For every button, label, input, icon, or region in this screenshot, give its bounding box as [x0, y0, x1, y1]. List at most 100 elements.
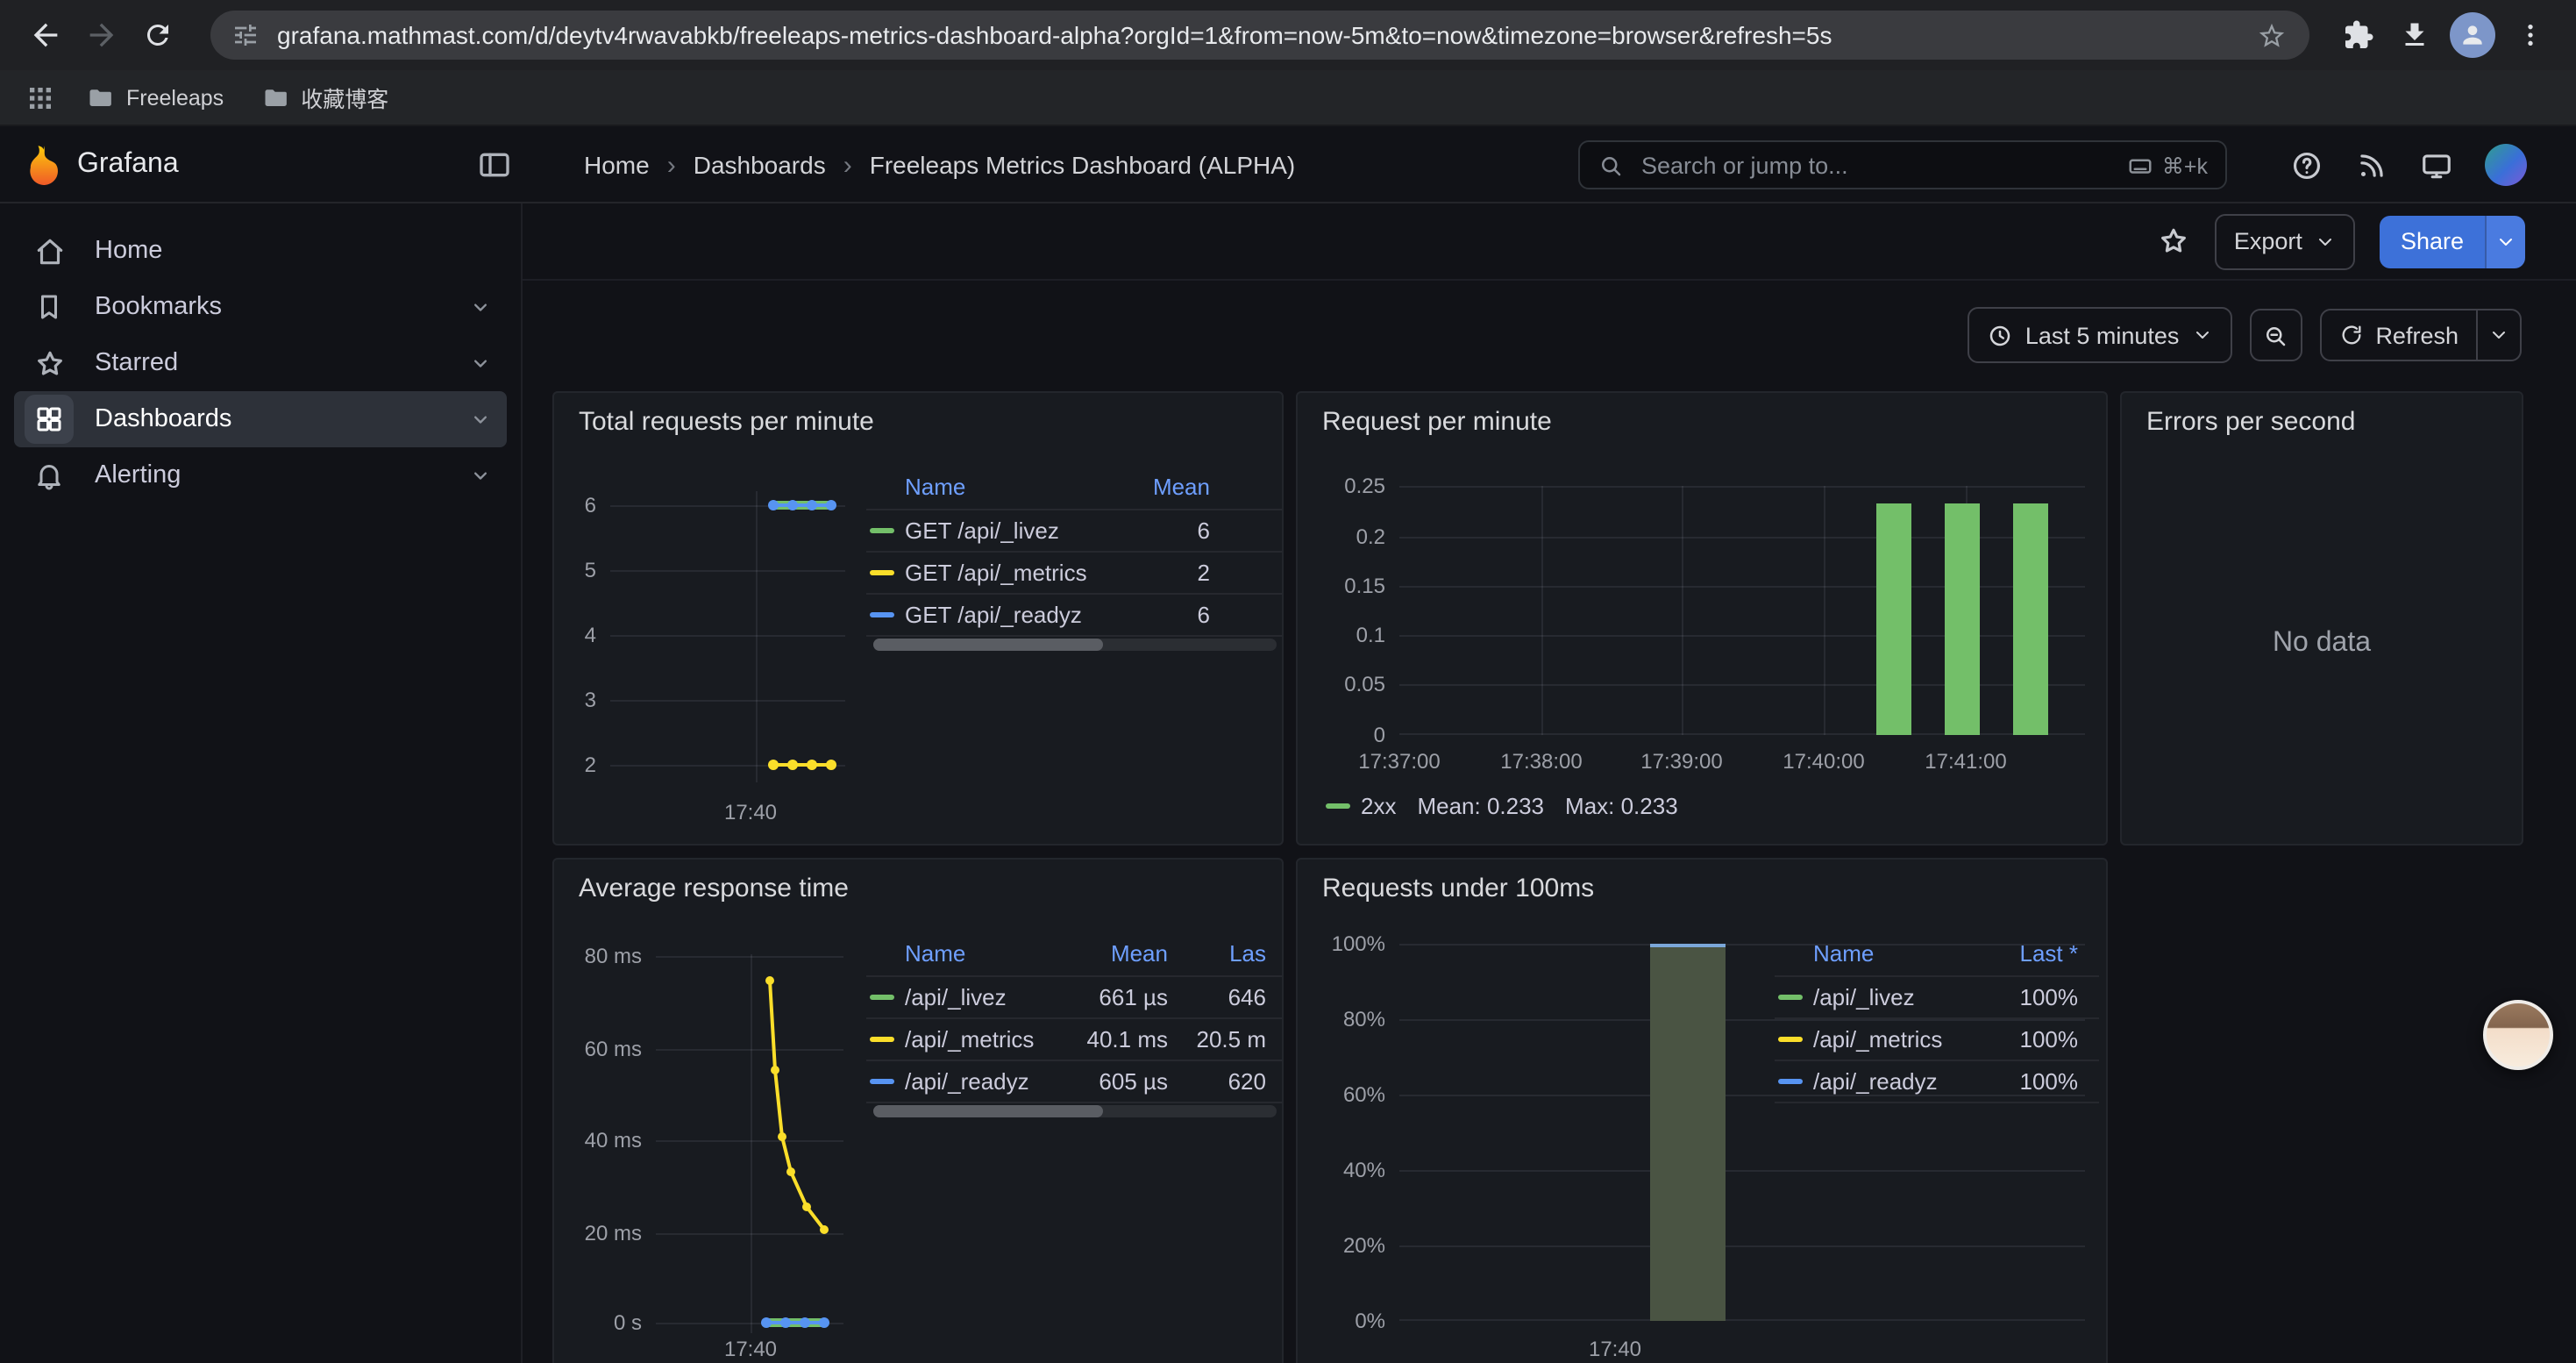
x-tick: 17:40 — [1576, 1337, 1654, 1361]
series-color-dash — [1778, 1079, 1803, 1084]
breadcrumb-home[interactable]: Home — [584, 151, 650, 179]
gridline — [1399, 684, 2085, 686]
gridline — [1399, 1170, 2085, 1172]
y-tick: 2 — [554, 753, 596, 777]
breadcrumb-dashboards[interactable]: Dashboards — [694, 151, 826, 179]
legend-row[interactable]: /api/_livez 661 µs 646 — [866, 977, 1284, 1019]
legend-header-name[interactable]: Name — [905, 933, 965, 975]
star-dashboard-button[interactable] — [2157, 225, 2190, 258]
help-button[interactable] — [2290, 148, 2323, 182]
series-color-dash — [1778, 995, 1803, 1000]
legend-header-row: Name Last * — [1775, 933, 2099, 977]
url-bar[interactable]: grafana.mathmast.com/d/deytv4rwavabkb/fr… — [210, 11, 2309, 60]
legend-row[interactable]: /api/_metrics 40.1 ms 20.5 m — [866, 1019, 1284, 1061]
grafana-logo-icon[interactable] — [21, 142, 67, 188]
panel-title[interactable]: Average response time — [579, 874, 849, 903]
sidebar-item-dashboards[interactable]: Dashboards — [14, 391, 507, 447]
time-range-picker[interactable]: Last 5 minutes — [1968, 307, 2232, 363]
chat-widget-avatar[interactable] — [2483, 1000, 2553, 1070]
legend-row[interactable]: /api/_readyz 605 µs 620 — [866, 1061, 1284, 1103]
legend-row[interactable]: GET /api/_metrics 2 — [866, 553, 1284, 595]
url-text: grafana.mathmast.com/d/deytv4rwavabkb/fr… — [277, 21, 2257, 49]
legend-row[interactable]: GET /api/_livez 6 — [866, 510, 1284, 553]
gridline — [1399, 1245, 2085, 1247]
reload-button[interactable] — [130, 7, 186, 63]
bookmark-star-icon[interactable] — [2257, 19, 2288, 51]
share-button[interactable]: Share — [2380, 215, 2525, 268]
back-button[interactable] — [18, 7, 74, 63]
bookmark-folder-freeleaps[interactable]: Freeleaps — [74, 77, 238, 118]
bookmark-label: Freeleaps — [126, 85, 224, 110]
sidebar-item-home[interactable]: Home — [14, 223, 507, 279]
search-box[interactable]: ⌘+k — [1578, 140, 2227, 189]
panel-legend[interactable]: 2xx Mean: 0.233 Max: 0.233 — [1326, 793, 1678, 819]
sidebar: Home Bookmarks Starred Dashboards Alerti… — [0, 203, 523, 1363]
legend-header-last[interactable]: Last * — [2020, 933, 2079, 975]
chevron-down-icon — [2315, 231, 2336, 252]
refresh-button[interactable]: Refresh — [2321, 310, 2476, 360]
legend-scrollbar[interactable] — [873, 1105, 1277, 1117]
y-tick: 5 — [554, 558, 596, 582]
total-requests-plot[interactable] — [610, 491, 845, 782]
forward-icon — [84, 18, 119, 53]
legend-row[interactable]: /api/_readyz 100% — [1775, 1061, 2099, 1103]
chevron-down-icon[interactable] — [468, 295, 493, 319]
series-color-dash — [870, 995, 894, 1000]
chevron-down-icon[interactable] — [468, 351, 493, 375]
refresh-interval-caret[interactable] — [2476, 310, 2520, 360]
panel-title[interactable]: Requests under 100ms — [1322, 874, 1594, 903]
header-icons — [2290, 126, 2527, 203]
kiosk-mode-button[interactable] — [2420, 148, 2453, 182]
forward-button[interactable] — [74, 7, 130, 63]
apps-grid-button[interactable] — [18, 75, 63, 120]
browser-menu-button[interactable] — [2502, 7, 2558, 63]
legend-max: Max: 0.233 — [1565, 793, 1678, 819]
share-caret-button[interactable] — [2485, 215, 2525, 268]
legend-header-mean[interactable]: Mean — [1153, 467, 1210, 509]
x-tick: 17:41:00 — [1913, 749, 2018, 774]
scrollbar-thumb[interactable] — [873, 1105, 1103, 1117]
panel-title[interactable]: Errors per second — [2146, 407, 2355, 437]
y-tick: 0.1 — [1305, 623, 1385, 647]
legend-table: Name Last * /api/_livez 100% /api/_metri… — [1775, 933, 2099, 1103]
sidebar-item-bookmarks[interactable]: Bookmarks — [14, 279, 507, 335]
sidebar-item-starred[interactable]: Starred — [14, 335, 507, 391]
legend-mean: Mean: 0.233 — [1417, 793, 1544, 819]
dock-menu-button[interactable] — [477, 147, 512, 182]
site-settings-icon[interactable] — [231, 19, 263, 51]
legend-header-last[interactable]: Las — [1229, 933, 1266, 975]
search-input[interactable] — [1638, 150, 2113, 180]
export-button[interactable]: Export — [2215, 213, 2355, 269]
news-button[interactable] — [2355, 148, 2388, 182]
legend-row[interactable]: /api/_livez 100% — [1775, 977, 2099, 1019]
downloads-button[interactable] — [2387, 7, 2443, 63]
bookmark-folder-blogs[interactable]: 收藏博客 — [248, 74, 402, 121]
legend-row[interactable]: /api/_metrics 100% — [1775, 1019, 2099, 1061]
folder-icon — [88, 84, 114, 111]
bar-2xx — [2013, 503, 2048, 735]
legend-header-name[interactable]: Name — [1813, 933, 1874, 975]
keyboard-icon — [2127, 152, 2153, 178]
sidebar-item-alerting[interactable]: Alerting — [14, 447, 507, 503]
legend-row[interactable]: GET /api/_readyz 6 — [866, 595, 1284, 637]
legend-header-name[interactable]: Name — [905, 467, 965, 509]
user-avatar[interactable] — [2485, 144, 2527, 186]
request-per-minute-plot[interactable] — [1399, 486, 2085, 735]
x-tick: 17:38:00 — [1489, 749, 1594, 774]
scrollbar-thumb[interactable] — [873, 639, 1103, 651]
search-icon — [1598, 152, 1624, 178]
chevron-down-icon[interactable] — [468, 407, 493, 432]
legend-header-mean[interactable]: Mean — [1111, 933, 1168, 975]
y-tick: 80% — [1305, 1007, 1385, 1031]
panel-title[interactable]: Total requests per minute — [579, 407, 874, 437]
legend-scrollbar[interactable] — [873, 639, 1277, 651]
panel-title[interactable]: Request per minute — [1322, 407, 1552, 437]
bookmark-icon — [25, 282, 74, 332]
extensions-button[interactable] — [2330, 7, 2387, 63]
avg-response-time-plot[interactable] — [656, 954, 843, 1333]
browser-profile-avatar[interactable] — [2450, 12, 2495, 58]
folder-icon — [262, 84, 288, 111]
dashboard-main: Export Share Last 5 minutes — [523, 203, 2576, 1363]
zoom-out-time-button[interactable] — [2249, 309, 2302, 361]
chevron-down-icon[interactable] — [468, 463, 493, 488]
